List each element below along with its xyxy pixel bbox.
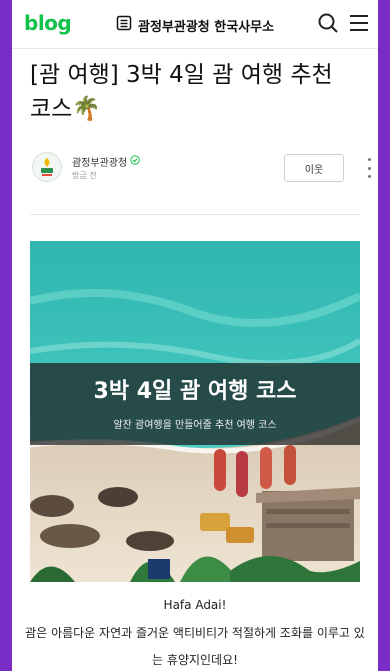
cover-subtitle: 알찬 괌여행을 만들어줄 추천 여행 코스	[113, 420, 277, 431]
post-time: 방금 전	[72, 171, 97, 180]
greeting-text: Hafa Adai!	[163, 598, 227, 612]
top-header: blog 괌정부관광청 한국사무소	[12, 0, 378, 49]
divider	[30, 214, 360, 215]
list-icon	[116, 15, 132, 35]
author-avatar[interactable]	[32, 152, 62, 182]
author-name: 괌정부관광청	[72, 158, 128, 169]
blog-name: 괌정부관광청 한국사무소	[138, 19, 275, 35]
neighbor-button[interactable]: 이웃	[284, 154, 344, 182]
verified-icon	[130, 155, 140, 168]
cover-image[interactable]: 3박 4일 괌 여행 코스 알찬 괌여행을 만들어줄 추천 여행 코스	[30, 241, 360, 582]
mobile-viewport: blog 괌정부관광청 한국사무소 [괌 여행] 3박 4일 괌 여행 추천 코…	[12, 0, 378, 671]
post-title: [괌 여행] 3박 4일 괌 여행 추천 코스🌴	[30, 62, 333, 122]
blog-logo[interactable]: blog	[24, 11, 72, 35]
author-name-row[interactable]: 괌정부관광청	[72, 154, 140, 169]
body-paragraph: 괌은 아름다운 자연과 즐거운 액티비티가 적절하게 조화를 이루고 있는 휴양…	[25, 626, 365, 667]
search-icon[interactable]	[317, 12, 339, 38]
cover-title: 3박 4일 괌 여행 코스	[93, 379, 297, 404]
more-options-icon[interactable]	[366, 158, 372, 178]
blog-name-link[interactable]: 괌정부관광청 한국사무소	[116, 14, 274, 36]
menu-icon[interactable]	[348, 12, 370, 38]
